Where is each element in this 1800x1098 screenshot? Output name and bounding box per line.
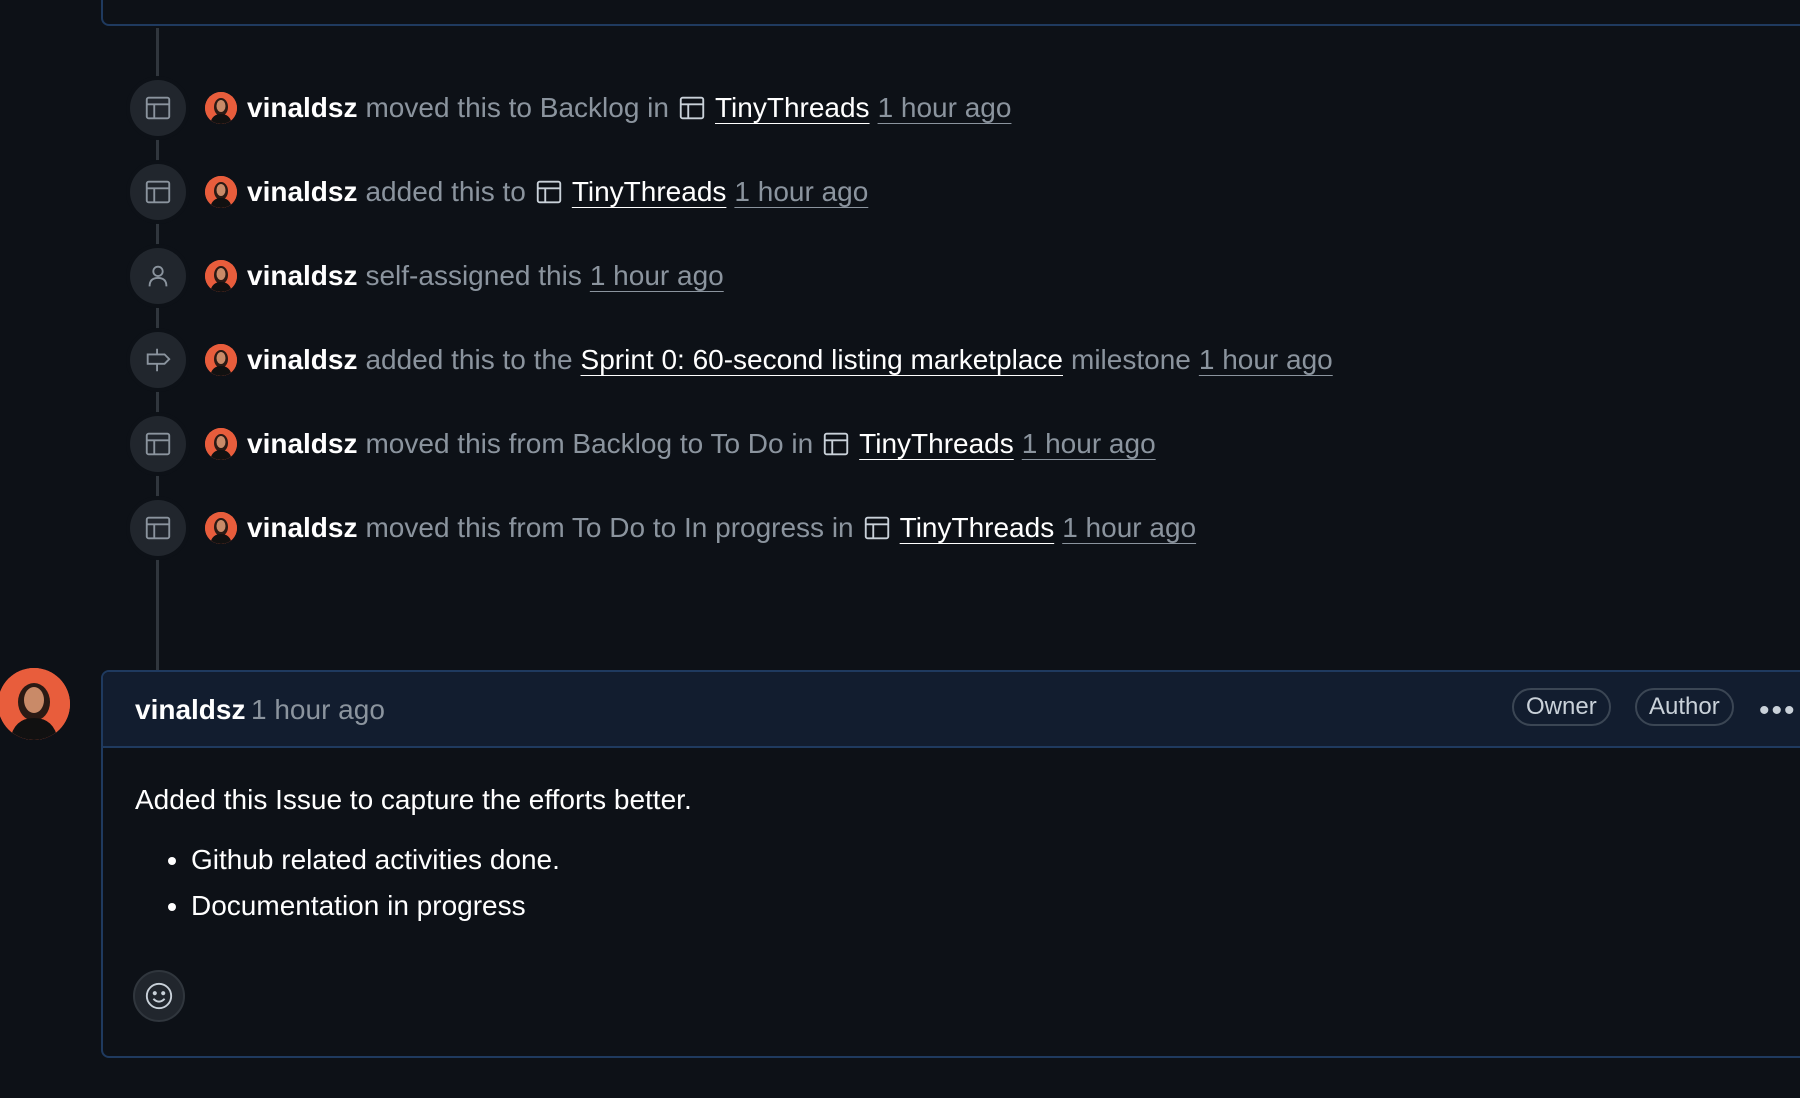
comment-list: Github related activities done. Document… bbox=[135, 844, 1787, 922]
event-content: vinaldsz moved this from To Do to In prog… bbox=[205, 510, 1196, 546]
milestone-link[interactable]: Sprint 0: 60-second listing marketplace bbox=[581, 344, 1063, 376]
event-content: vinaldsz moved this to Backlog in TinyThre… bbox=[205, 90, 1011, 126]
project-table-icon bbox=[130, 500, 186, 556]
smiley-icon[interactable] bbox=[133, 970, 185, 1022]
project-table-icon bbox=[130, 164, 186, 220]
person-icon bbox=[130, 248, 186, 304]
event-timestamp[interactable]: 1 hour ago bbox=[1199, 344, 1333, 376]
event-timestamp[interactable]: 1 hour ago bbox=[1062, 512, 1196, 544]
project-link[interactable]: TinyThreads bbox=[572, 176, 727, 208]
event-content: vinaldsz added this to TinyThreads 1 hour a… bbox=[205, 174, 868, 210]
event-actor[interactable]: vinaldsz bbox=[247, 344, 357, 376]
project-table-icon bbox=[823, 432, 849, 456]
avatar[interactable] bbox=[205, 92, 237, 124]
event-text: self-assigned this bbox=[365, 260, 582, 291]
event-timestamp[interactable]: 1 hour ago bbox=[590, 260, 724, 292]
list-item: Documentation in progress bbox=[191, 890, 1787, 922]
comment-author-avatar[interactable] bbox=[0, 668, 70, 740]
event-actor[interactable]: vinaldsz bbox=[247, 512, 357, 544]
kebab-horizontal-icon[interactable]: ••• bbox=[1759, 694, 1797, 728]
comment-author[interactable]: vinaldsz bbox=[135, 694, 245, 726]
avatar[interactable] bbox=[205, 176, 237, 208]
event-text: moved this from Backlog to To Do in bbox=[365, 428, 814, 459]
event-text: added this to the bbox=[365, 344, 573, 375]
owner-badge: Owner bbox=[1512, 688, 1611, 726]
event-text: added this to bbox=[365, 176, 526, 207]
project-table-icon bbox=[536, 180, 562, 204]
comment-card: vinaldsz 1 hour ago Owner Author ••• Add… bbox=[101, 670, 1800, 1058]
event-actor[interactable]: vinaldsz bbox=[247, 428, 357, 460]
timeline-event: vinaldsz added this to TinyThreads 1 hour a… bbox=[0, 164, 1500, 220]
event-content: vinaldsz self-assigned this 1 hour ago bbox=[205, 258, 724, 294]
list-item: Github related activities done. bbox=[191, 844, 1787, 876]
timeline-event: vinaldsz moved this from To Do to In prog… bbox=[0, 500, 1500, 556]
avatar[interactable] bbox=[205, 344, 237, 376]
avatar[interactable] bbox=[205, 512, 237, 544]
timeline-event: vinaldsz moved this to Backlog in TinyThre… bbox=[0, 80, 1500, 136]
timeline-event: vinaldsz moved this from Backlog to To Do… bbox=[0, 416, 1500, 472]
project-table-icon bbox=[130, 416, 186, 472]
event-timestamp[interactable]: 1 hour ago bbox=[878, 92, 1012, 124]
avatar[interactable] bbox=[205, 260, 237, 292]
event-actor[interactable]: vinaldsz bbox=[247, 92, 357, 124]
previous-comment-box bbox=[101, 0, 1800, 26]
milestone-icon bbox=[130, 332, 186, 388]
event-content: vinaldsz added this to the Sprint 0: 60-se… bbox=[205, 342, 1333, 378]
comment-text: Added this Issue to capture the efforts … bbox=[135, 784, 692, 815]
project-link[interactable]: TinyThreads bbox=[715, 92, 870, 124]
timeline-event: vinaldsz self-assigned this 1 hour ago bbox=[0, 248, 1500, 304]
event-timestamp[interactable]: 1 hour ago bbox=[1022, 428, 1156, 460]
event-text: moved this to Backlog in bbox=[365, 92, 669, 123]
comment-timestamp[interactable]: 1 hour ago bbox=[251, 694, 385, 726]
event-timestamp[interactable]: 1 hour ago bbox=[734, 176, 868, 208]
project-link[interactable]: TinyThreads bbox=[900, 512, 1055, 544]
project-table-icon bbox=[130, 80, 186, 136]
project-link[interactable]: TinyThreads bbox=[859, 428, 1014, 460]
event-text-suffix: milestone bbox=[1071, 344, 1191, 375]
author-badge: Author bbox=[1635, 688, 1734, 726]
event-actor[interactable]: vinaldsz bbox=[247, 260, 357, 292]
avatar[interactable] bbox=[205, 428, 237, 460]
event-content: vinaldsz moved this from Backlog to To Do… bbox=[205, 426, 1156, 462]
timeline-event: vinaldsz added this to the Sprint 0: 60-se… bbox=[0, 332, 1500, 388]
event-text: moved this from To Do to In progress in bbox=[365, 512, 854, 543]
comment-body: Added this Issue to capture the efforts … bbox=[103, 748, 1800, 966]
project-table-icon bbox=[864, 516, 889, 540]
event-actor[interactable]: vinaldsz bbox=[247, 176, 357, 208]
comment-header: vinaldsz 1 hour ago Owner Author ••• bbox=[103, 672, 1800, 748]
project-table-icon bbox=[679, 96, 705, 120]
